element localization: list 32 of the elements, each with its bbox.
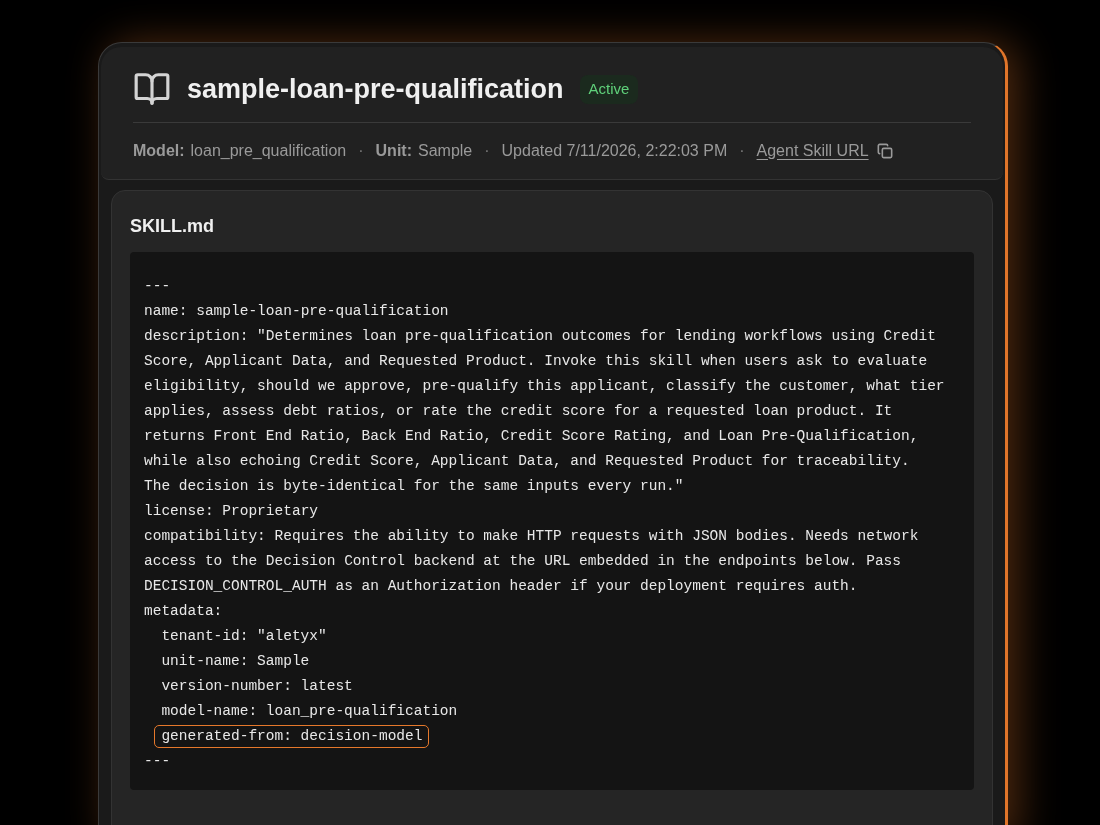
separator-dot: · [483,140,491,161]
file-title: SKILL.md [130,214,215,238]
code-line: Score, Applicant Data, and Requested Product. Invoke this skill when users ask to evaluate [144,351,928,371]
separator-dot: · [738,140,746,161]
code-line: DECISION_CONTROL_AUTH as an Authorization header if your deployment requires auth. [144,576,858,596]
code-line: returns Front End Ratio, Back End Ratio, Credit Score Rating, and Loan Pre-Qualification, [144,426,919,446]
code-line: name: sample-loan-pre-qualification [144,301,449,321]
code-line: --- [144,276,171,296]
code-line: license: Proprietary [144,501,319,521]
code-line: applies, assess debt ratios, or rate the credit score for a requested loan product. It [144,401,893,421]
status-badge: Active [579,75,639,104]
meta-value: loan_pre_qualification [190,140,347,161]
code-line: eligibility, should we approve, pre-qualify this applicant, classify the customer, what tier [144,376,945,396]
separator-dot: · [357,140,365,161]
meta-label: Unit: [375,140,412,161]
code-line: The decision is byte-identical for the same inputs every run." [144,476,684,496]
meta-label: Model: [133,140,185,161]
updated-timestamp: Updated 7/11/2026, 2:22:03 PM [501,140,728,161]
code-line: --- [144,751,171,771]
copy-icon[interactable] [876,142,893,159]
code-line: version-number: latest [161,676,353,696]
code-line: unit-name: Sample [161,651,310,671]
skill-title: sample-loan-pre-qualification [187,73,564,106]
code-line: description: "Determines loan pre-qualification outcomes for lending workflows using Credit [144,326,936,346]
code-line: tenant-id: "aletyx" [161,626,327,646]
meta-value: Sample [418,140,473,161]
code-line: model-name: loan_pre-qualification [161,701,458,721]
agent-skill-url-link[interactable]: Agent Skill URL [756,138,869,163]
code-line: metadata: [144,601,223,621]
code-line: compatibility: Requires the ability to make HTTP requests with JSON bodies. Needs network [144,526,919,546]
code-line: while also echoing Credit Score, Applicant Data, and Requested Product for traceability. [144,451,910,471]
code-line: access to the Decision Control backend at the URL embedded in the endpoints below. Pass [144,551,902,571]
